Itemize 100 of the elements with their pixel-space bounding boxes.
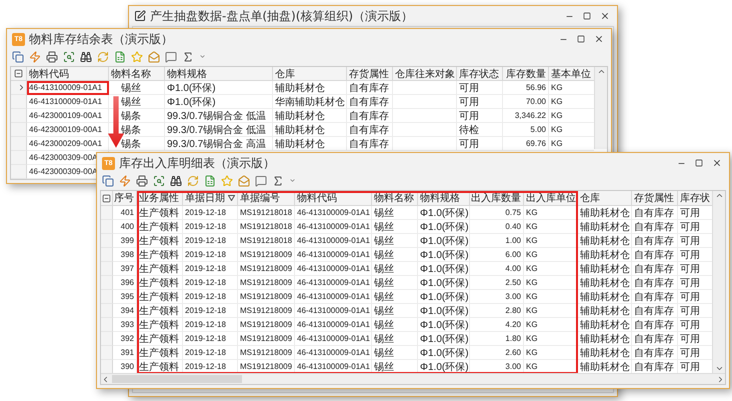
refresh-icon[interactable] — [187, 174, 199, 186]
mail-icon[interactable] — [238, 174, 250, 186]
table-cell: 99.3/0.7锡铜合金 高温 — [165, 137, 273, 151]
copy-icon[interactable] — [102, 174, 114, 186]
table-cell: 自有库存 — [347, 123, 393, 137]
table-cell: 自有库存 — [632, 290, 678, 304]
sigma-icon[interactable] — [272, 174, 284, 186]
sigma-icon[interactable] — [182, 50, 194, 62]
table-cell: 自有库存 — [347, 81, 393, 95]
column-header[interactable]: 基本单位 — [549, 67, 594, 81]
table-cell: 401 — [113, 206, 137, 220]
scroll-up-icon[interactable] — [714, 191, 724, 200]
table-cell: 99.3/0.7锡铜合金 低温 — [165, 123, 273, 137]
table-cell: 46-413100009-01A1 — [295, 206, 372, 220]
table-cell: 392 — [113, 332, 137, 346]
table-cell: 自有库存 — [632, 318, 678, 332]
table-cell: 华南辅助耗材仓 — [273, 95, 347, 109]
message-icon[interactable] — [165, 50, 177, 62]
maximize-icon[interactable] — [577, 35, 585, 43]
column-header[interactable]: 仓库 — [273, 67, 347, 81]
table-cell: 6.00 — [470, 248, 524, 262]
table-cell: 辅助耗材仓 — [273, 81, 347, 95]
printer-icon[interactable] — [46, 50, 58, 62]
printer-icon[interactable] — [136, 174, 148, 186]
collapse-icon[interactable] — [102, 194, 111, 202]
scroll-left-icon[interactable] — [101, 374, 110, 384]
table-cell: MS191218018 — [238, 234, 295, 248]
collapse-icon[interactable] — [14, 69, 23, 78]
vertical-scrollbar[interactable] — [594, 67, 607, 149]
table-cell: 自有库存 — [347, 95, 393, 109]
table-cell: 自有库存 — [632, 304, 678, 318]
table-cell: 可用 — [457, 95, 503, 109]
sort-icon[interactable] — [228, 195, 235, 201]
maximize-icon[interactable] — [583, 12, 591, 20]
table-cell: 自有库存 — [632, 234, 678, 248]
table-cell: Φ1.0(环保) — [418, 318, 470, 332]
column-header[interactable]: 仓库往来对象 — [393, 67, 457, 81]
scroll-down-icon[interactable] — [714, 364, 724, 373]
table-cell: 锡丝 — [372, 332, 418, 346]
table-cell: 46-413100009-01A1 — [27, 95, 109, 109]
caret-icon[interactable] — [199, 53, 206, 60]
scroll-up-icon[interactable] — [596, 67, 606, 76]
table-cell: 2.50 — [470, 276, 524, 290]
lightning-icon[interactable] — [29, 50, 41, 62]
table-cell: Φ1.0(环保) — [165, 81, 273, 95]
table-cell: Φ1.0(环保) — [418, 304, 470, 318]
table-cell: 自有库存 — [632, 276, 678, 290]
spreadsheet-icon[interactable] — [114, 50, 126, 62]
column-header[interactable]: 物料规格 — [165, 67, 273, 81]
window-title: 产生抽盘数据-盘点单(抽盘)(核算组织)（演示版） — [150, 8, 414, 24]
search-icon[interactable] — [153, 174, 165, 186]
table-cell: 辅助耗材仓 — [578, 346, 632, 360]
scroll-right-icon[interactable] — [716, 374, 725, 384]
column-header[interactable]: 库存状态 — [457, 67, 503, 81]
close-icon[interactable] — [712, 158, 722, 168]
column-header[interactable]: 仓库 — [578, 191, 632, 206]
table-cell: 46-413100009-01A1 — [295, 220, 372, 234]
edit-icon — [134, 10, 146, 22]
column-header[interactable]: 序号 — [113, 191, 137, 206]
copy-icon[interactable] — [12, 50, 24, 62]
table-cell: 2019-12-18 — [183, 290, 238, 304]
table-cell: 2019-12-18 — [183, 318, 238, 332]
table-cell: 辅助耗材仓 — [578, 318, 632, 332]
table-cell: 锡丝 — [372, 248, 418, 262]
table-cell: MS191218009 — [238, 304, 295, 318]
maximize-icon[interactable] — [695, 159, 703, 167]
table-cell: MS191218009 — [238, 248, 295, 262]
column-header[interactable]: 物料名称 — [109, 67, 165, 81]
table-cell: 锡丝 — [372, 220, 418, 234]
column-header[interactable]: 库存数量 — [503, 67, 549, 81]
column-header[interactable]: 存货属性 — [347, 67, 393, 81]
table-cell: 46-413100009-01A1 — [295, 304, 372, 318]
table-cell: 辅助耗材仓 — [578, 262, 632, 276]
table-cell: 辅助耗材仓 — [578, 234, 632, 248]
refresh-icon[interactable] — [97, 50, 109, 62]
mail-icon[interactable] — [148, 50, 160, 62]
horizontal-scrollbar[interactable] — [101, 373, 725, 384]
binoculars-icon[interactable] — [170, 174, 182, 186]
vertical-scrollbar[interactable] — [712, 191, 725, 373]
scrollbar-thumb[interactable] — [112, 375, 242, 383]
table-cell: MS191218009 — [238, 346, 295, 360]
lightning-icon[interactable] — [119, 174, 131, 186]
star-icon[interactable] — [221, 174, 233, 186]
column-header[interactable]: 物料代码 — [27, 67, 109, 81]
table-cell: 3.00 — [470, 290, 524, 304]
close-icon[interactable] — [600, 11, 610, 21]
close-icon[interactable] — [594, 34, 604, 44]
row-header[interactable] — [11, 81, 27, 95]
table-cell: Φ1.0(环保) — [418, 262, 470, 276]
spreadsheet-icon[interactable] — [204, 174, 216, 186]
message-icon[interactable] — [255, 174, 267, 186]
table-cell: 2019-12-18 — [183, 332, 238, 346]
search-icon[interactable] — [63, 50, 75, 62]
table-cell: MS191218018 — [238, 220, 295, 234]
binoculars-icon[interactable] — [80, 50, 92, 62]
star-icon[interactable] — [131, 50, 143, 62]
table-cell: 锡丝 — [372, 206, 418, 220]
column-header[interactable]: 存货属性 — [632, 191, 678, 206]
caret-icon[interactable] — [289, 177, 296, 184]
table-cell: MS191218009 — [238, 276, 295, 290]
